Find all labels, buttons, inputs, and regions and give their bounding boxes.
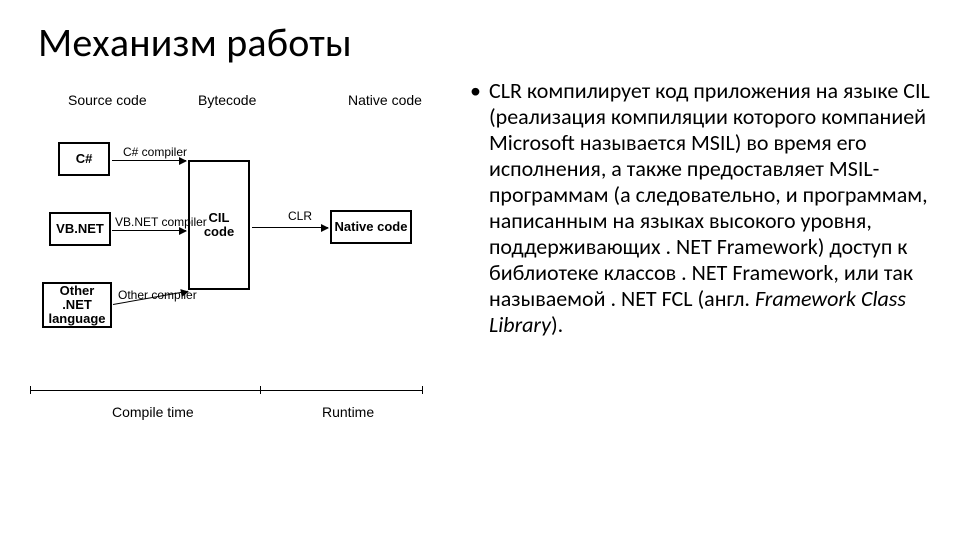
compilation-diagram: Source code Bytecode Native code C# VB.N… <box>30 90 460 510</box>
arrow-icon <box>112 160 186 161</box>
edge-label-csharp-compiler: C# compiler <box>123 145 187 159</box>
slide-title: Механизм работы <box>38 18 352 67</box>
timeline-tick <box>260 386 261 394</box>
arrow-icon <box>112 230 186 231</box>
node-vbnet: VB.NET <box>49 212 111 246</box>
edge-label-vbnet-compiler: VB.NET compiler <box>115 215 207 229</box>
body-text: • CLR компилирует код приложения на язык… <box>470 78 930 338</box>
body-paragraph: CLR компилирует код приложения на языке … <box>489 78 930 338</box>
node-native-code: Native code <box>330 210 412 244</box>
node-other-lang: Other .NET language <box>42 282 112 328</box>
phase-label-runtime: Runtime <box>322 404 374 420</box>
arrow-icon <box>252 227 328 228</box>
timeline-baseline <box>30 390 422 391</box>
para-post: ). <box>551 311 563 338</box>
phase-label-compile: Compile time <box>112 404 194 420</box>
column-header-source: Source code <box>68 92 147 108</box>
column-header-bytecode: Bytecode <box>198 92 256 108</box>
node-csharp: C# <box>58 142 110 176</box>
edge-label-clr: CLR <box>288 209 312 223</box>
para-pre: CLR компилирует код приложения на языке … <box>489 77 930 312</box>
timeline-tick <box>30 386 31 394</box>
timeline-tick <box>422 386 423 394</box>
bullet-dot: • <box>470 78 481 338</box>
column-header-native: Native code <box>348 92 422 108</box>
